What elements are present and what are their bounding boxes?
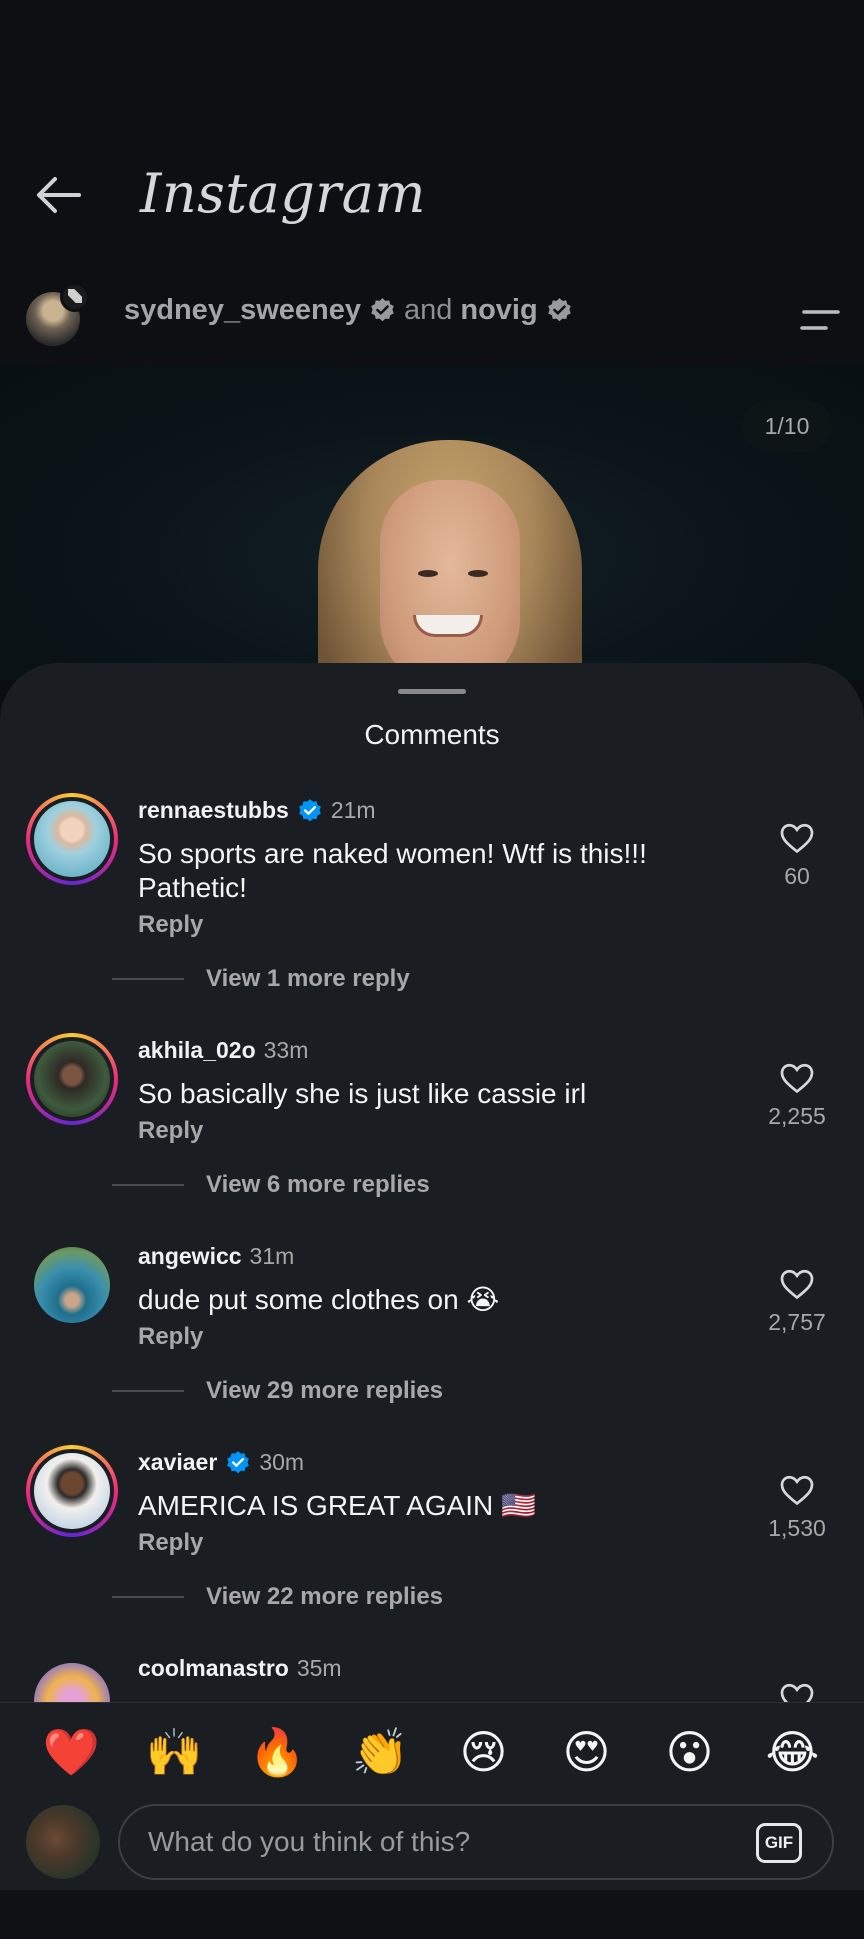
verified-badge-icon	[227, 1450, 250, 1473]
comment-header: akhila_02o 33m	[138, 1037, 308, 1064]
like-control: 2,757	[752, 1267, 842, 1336]
comment-username[interactable]: xaviaer	[138, 1449, 217, 1476]
comment-header: coolmanastro 35m	[138, 1655, 342, 1682]
comment-composer: What do you think of this? GIF	[0, 1800, 864, 1890]
sheet-title: Comments	[364, 719, 500, 750]
commenter-avatar[interactable]	[26, 793, 118, 885]
reply-thread-line	[112, 1390, 184, 1392]
like-count: 1,530	[768, 1515, 826, 1541]
comment-text: So basically she is just like cassie irl	[138, 1078, 587, 1109]
sheet-grabber[interactable]	[398, 689, 466, 694]
reply-button[interactable]: Reply	[138, 1323, 203, 1351]
verified-badge-icon	[371, 298, 394, 322]
comment-text: dude put some clothes on 😭	[138, 1284, 500, 1315]
heart-icon[interactable]	[779, 1473, 815, 1507]
commenter-avatar[interactable]	[26, 1033, 118, 1125]
comment-input[interactable]: What do you think of this? GIF	[118, 1804, 834, 1880]
reply-button[interactable]: Reply	[138, 1117, 203, 1145]
instagram-wordmark: Instagram	[140, 162, 426, 225]
view-replies-button[interactable]: View 22 more replies	[112, 1583, 443, 1611]
carousel-counter: 1/10	[742, 400, 832, 452]
system-nav-strip	[0, 1890, 864, 1939]
view-replies-button[interactable]: View 1 more reply	[112, 965, 410, 993]
app-header: Instagram	[0, 120, 864, 260]
author-name-1[interactable]: sydney_sweeney	[124, 294, 361, 327]
post-media[interactable]: 1/10	[0, 365, 864, 680]
post-photo	[318, 440, 582, 680]
comment-header: angewicc 31m	[138, 1243, 294, 1270]
my-avatar	[26, 1805, 100, 1879]
heart-icon[interactable]	[779, 1061, 815, 1095]
comment-username[interactable]: coolmanastro	[138, 1655, 289, 1682]
photo-face	[380, 480, 520, 680]
view-replies-button[interactable]: View 29 more replies	[112, 1377, 443, 1405]
comment-text: AMERICA IS GREAT AGAIN 🇺🇸	[138, 1490, 536, 1521]
photo-smile	[413, 615, 483, 637]
reaction-clap[interactable]: 👏	[348, 1719, 414, 1785]
comment-time: 35m	[296, 1655, 342, 1681]
back-arrow-icon	[37, 177, 81, 213]
reply-thread-line	[112, 1184, 184, 1186]
view-replies-label: View 1 more reply	[206, 965, 410, 992]
verified-badge-icon	[547, 298, 571, 322]
verified-badge-icon	[298, 798, 321, 821]
photo-eye	[418, 570, 438, 577]
like-control: 1,530	[752, 1473, 842, 1542]
comment-time: 30m	[259, 1449, 305, 1475]
commenter-avatar[interactable]	[26, 1445, 118, 1537]
author-joiner: and	[403, 294, 453, 326]
comment-header: rennaestubbs 21m	[138, 797, 376, 824]
quick-reactions-bar: ❤️ 🙌 🔥 👏 😢 😍 😮 😂	[0, 1702, 864, 1800]
reply-button[interactable]: Reply	[138, 911, 203, 939]
gif-button[interactable]: GIF	[756, 1823, 802, 1863]
commenter-avatar[interactable]	[26, 1655, 118, 1702]
post-background: Instagram sydney_sweeney and novig 1/10	[0, 0, 864, 680]
comment-username[interactable]: rennaestubbs	[138, 797, 289, 824]
commenter-avatar[interactable]	[26, 1239, 118, 1331]
comment-input-placeholder: What do you think of this?	[148, 1826, 471, 1857]
view-replies-button[interactable]: View 6 more replies	[112, 1171, 430, 1199]
comment-username[interactable]: angewicc	[138, 1243, 242, 1270]
like-count: 60	[784, 863, 810, 889]
comment-time: 33m	[263, 1037, 309, 1063]
more-menu-button[interactable]	[798, 300, 842, 340]
reaction-heart-eyes[interactable]: 😍	[554, 1719, 620, 1785]
like-control: 60	[752, 821, 842, 890]
comment-username[interactable]: akhila_02o	[138, 1037, 256, 1064]
menu-lines-icon	[800, 310, 840, 330]
comment-item: coolmanastro 35m	[0, 1651, 864, 1702]
view-replies-label: View 6 more replies	[206, 1171, 430, 1198]
like-count: 2,757	[768, 1309, 826, 1335]
reply-button[interactable]: Reply	[138, 1529, 203, 1557]
reaction-sad[interactable]: 😢	[451, 1719, 517, 1785]
comment-time: 31m	[249, 1243, 295, 1269]
heart-icon[interactable]	[779, 1267, 815, 1301]
like-control: 2,255	[752, 1061, 842, 1130]
post-authors: sydney_sweeney and novig	[124, 294, 573, 327]
comment-time: 21m	[330, 797, 376, 823]
photo-eye	[468, 570, 488, 577]
like-count: 2,255	[768, 1103, 826, 1129]
author-name-2[interactable]: novig	[460, 294, 537, 327]
like-control	[752, 1681, 842, 1702]
reaction-raised-hands[interactable]: 🙌	[142, 1719, 208, 1785]
reaction-laughing[interactable]: 😂	[760, 1719, 826, 1785]
heart-icon[interactable]	[779, 1681, 815, 1702]
comment-header: xaviaer 30m	[138, 1449, 304, 1476]
back-button[interactable]	[28, 170, 88, 220]
comment-text: So sports are naked women! Wtf is this!!…	[138, 838, 647, 903]
reaction-heart[interactable]: ❤️	[39, 1719, 105, 1785]
collab-avatar[interactable]	[60, 282, 90, 312]
view-replies-label: View 22 more replies	[206, 1583, 444, 1610]
reply-thread-line	[112, 1596, 184, 1598]
heart-icon[interactable]	[779, 821, 815, 855]
reply-thread-line	[112, 978, 184, 980]
reaction-surprised[interactable]: 😮	[657, 1719, 723, 1785]
reaction-fire[interactable]: 🔥	[245, 1719, 311, 1785]
view-replies-label: View 29 more replies	[206, 1377, 444, 1404]
post-header: sydney_sweeney and novig	[0, 270, 864, 370]
